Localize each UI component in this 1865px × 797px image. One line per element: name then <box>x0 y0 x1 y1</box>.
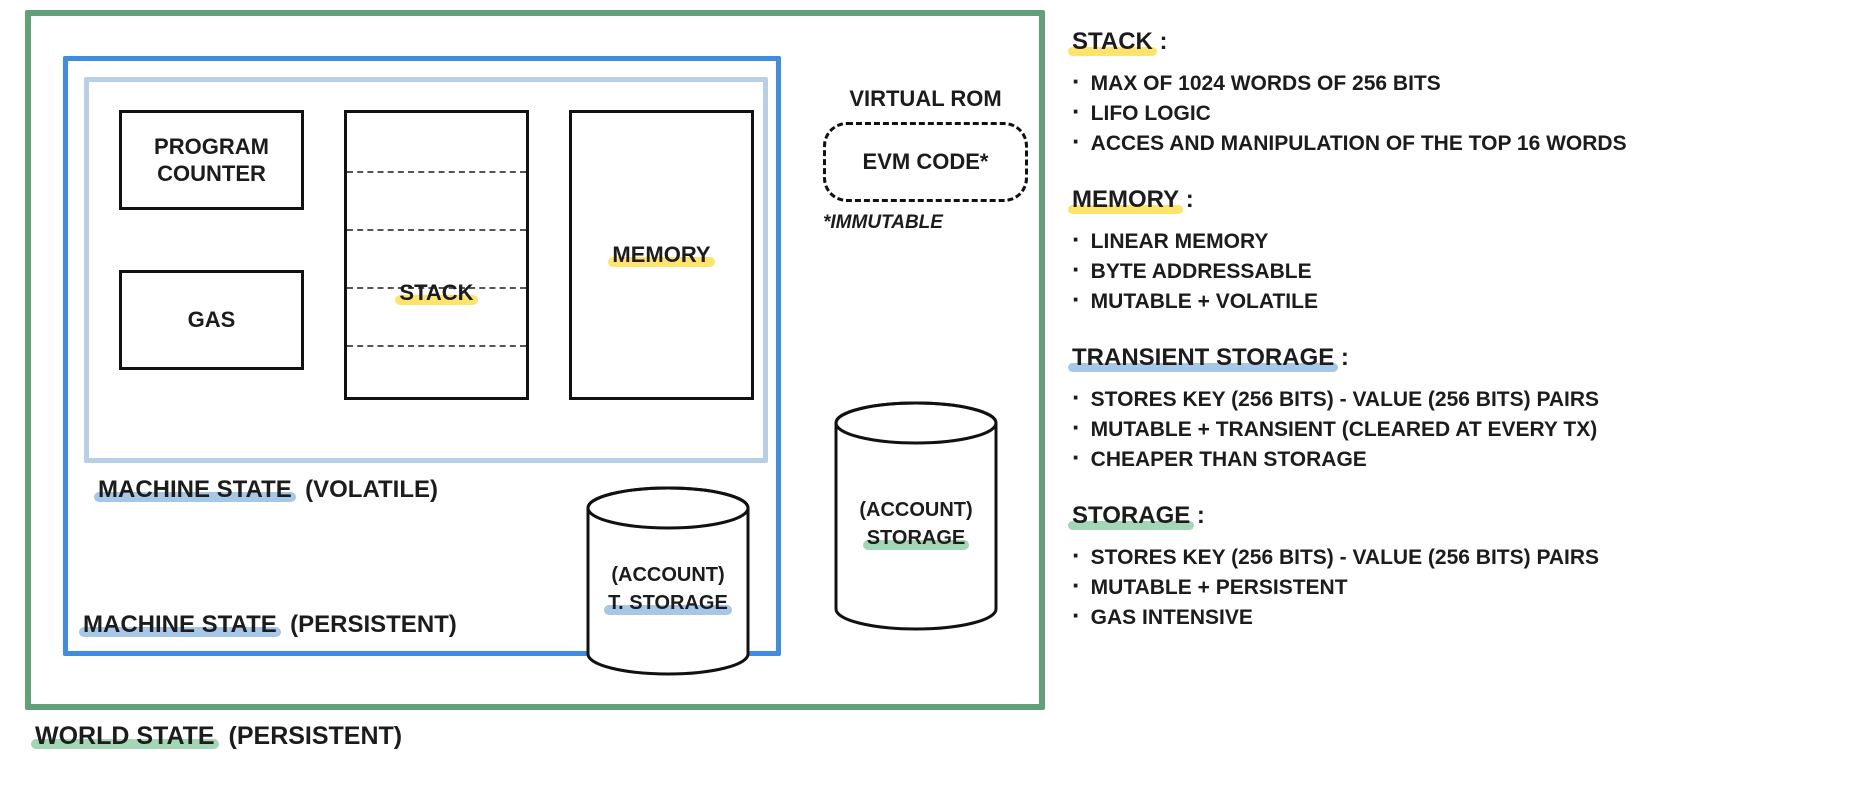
list-item: CHEAPER THAN STORAGE <box>1072 448 1842 472</box>
list-item: LIFO LOGIC <box>1072 102 1842 126</box>
list-item: LINEAR MEMORY <box>1072 230 1842 254</box>
machine-state-text: MACHINE STATE <box>98 476 292 504</box>
memory-box: MEMORY <box>569 110 754 400</box>
key-tstorage-list: STORES KEY (256 BITS) - VALUE (256 BITS)… <box>1072 388 1842 472</box>
gas-label: GAS <box>188 306 236 334</box>
virtual-rom-group: VIRTUAL ROM EVM CODE* *IMMUTABLE <box>823 86 1028 234</box>
world-state-note: (PERSISTENT) <box>229 722 403 750</box>
key-stack-heading: STACK : <box>1072 28 1168 56</box>
volatile-note: (VOLATILE) <box>305 476 438 503</box>
diagram: PROGRAM COUNTER GAS STACK MEMORY <box>25 10 1045 790</box>
world-state-box: PROGRAM COUNTER GAS STACK MEMORY <box>25 10 1045 710</box>
machine-state-persistent-label: MACHINE STATE (PERSISTENT) <box>83 611 457 639</box>
key-stack-title: STACK <box>1072 28 1153 56</box>
tstorage-label: T. STORAGE <box>608 589 728 617</box>
storage-cylinder: (ACCOUNT) STORAGE <box>831 401 1001 631</box>
legend: STACK : MAX OF 1024 WORDS OF 256 BITS LI… <box>1072 28 1842 660</box>
key-storage-title: STORAGE <box>1072 502 1190 530</box>
gas-box: GAS <box>119 270 304 370</box>
storage-account-label: (ACCOUNT) <box>831 496 1001 524</box>
machine-state-volatile-label: MACHINE STATE (VOLATILE) <box>98 476 438 504</box>
evm-code-label: EVM CODE* <box>863 149 989 175</box>
immutable-note: *IMMUTABLE <box>823 212 1028 234</box>
transient-storage-cylinder: (ACCOUNT) T. STORAGE <box>583 486 753 676</box>
list-item: ACCES AND MANIPULATION OF THE TOP 16 WOR… <box>1072 132 1842 156</box>
key-storage-list: STORES KEY (256 BITS) - VALUE (256 BITS)… <box>1072 546 1842 630</box>
key-storage-heading: STORAGE : <box>1072 502 1205 530</box>
key-tstorage-heading: TRANSIENT STORAGE : <box>1072 344 1349 372</box>
tstorage-account-label: (ACCOUNT) <box>583 561 753 589</box>
list-item: GAS INTENSIVE <box>1072 606 1842 630</box>
program-counter-label: PROGRAM COUNTER <box>122 133 301 188</box>
stack-cell <box>347 229 526 231</box>
list-item: MUTABLE + VOLATILE <box>1072 290 1842 314</box>
stack-label: STACK <box>399 279 473 307</box>
evm-code-box: EVM CODE* <box>823 122 1028 202</box>
stack-cell <box>347 345 526 347</box>
list-item: MAX OF 1024 WORDS OF 256 BITS <box>1072 72 1842 96</box>
list-item: STORES KEY (256 BITS) - VALUE (256 BITS)… <box>1072 388 1842 412</box>
virtual-rom-title: VIRTUAL ROM <box>823 86 1028 112</box>
machine-state-text: MACHINE STATE <box>83 611 277 639</box>
list-item: BYTE ADDRESSABLE <box>1072 260 1842 284</box>
memory-label: MEMORY <box>612 241 710 269</box>
key-stack-list: MAX OF 1024 WORDS OF 256 BITS LIFO LOGIC… <box>1072 72 1842 156</box>
world-state-text: WORLD STATE <box>35 722 215 751</box>
persistent-note: (PERSISTENT) <box>290 611 457 638</box>
key-memory-title: MEMORY <box>1072 186 1179 214</box>
machine-state-persistent-box: PROGRAM COUNTER GAS STACK MEMORY <box>63 56 781 656</box>
stack-box: STACK <box>344 110 529 400</box>
program-counter-box: PROGRAM COUNTER <box>119 110 304 210</box>
machine-state-volatile-box: PROGRAM COUNTER GAS STACK MEMORY <box>84 77 768 463</box>
list-item: MUTABLE + TRANSIENT (CLEARED AT EVERY TX… <box>1072 418 1842 442</box>
world-state-label: WORLD STATE (PERSISTENT) <box>35 722 402 751</box>
key-memory-heading: MEMORY : <box>1072 186 1194 214</box>
key-tstorage-title: TRANSIENT STORAGE <box>1072 344 1334 372</box>
key-memory-list: LINEAR MEMORY BYTE ADDRESSABLE MUTABLE +… <box>1072 230 1842 314</box>
storage-label: STORAGE <box>867 524 966 552</box>
list-item: STORES KEY (256 BITS) - VALUE (256 BITS)… <box>1072 546 1842 570</box>
list-item: MUTABLE + PERSISTENT <box>1072 576 1842 600</box>
stack-cell <box>347 171 526 173</box>
